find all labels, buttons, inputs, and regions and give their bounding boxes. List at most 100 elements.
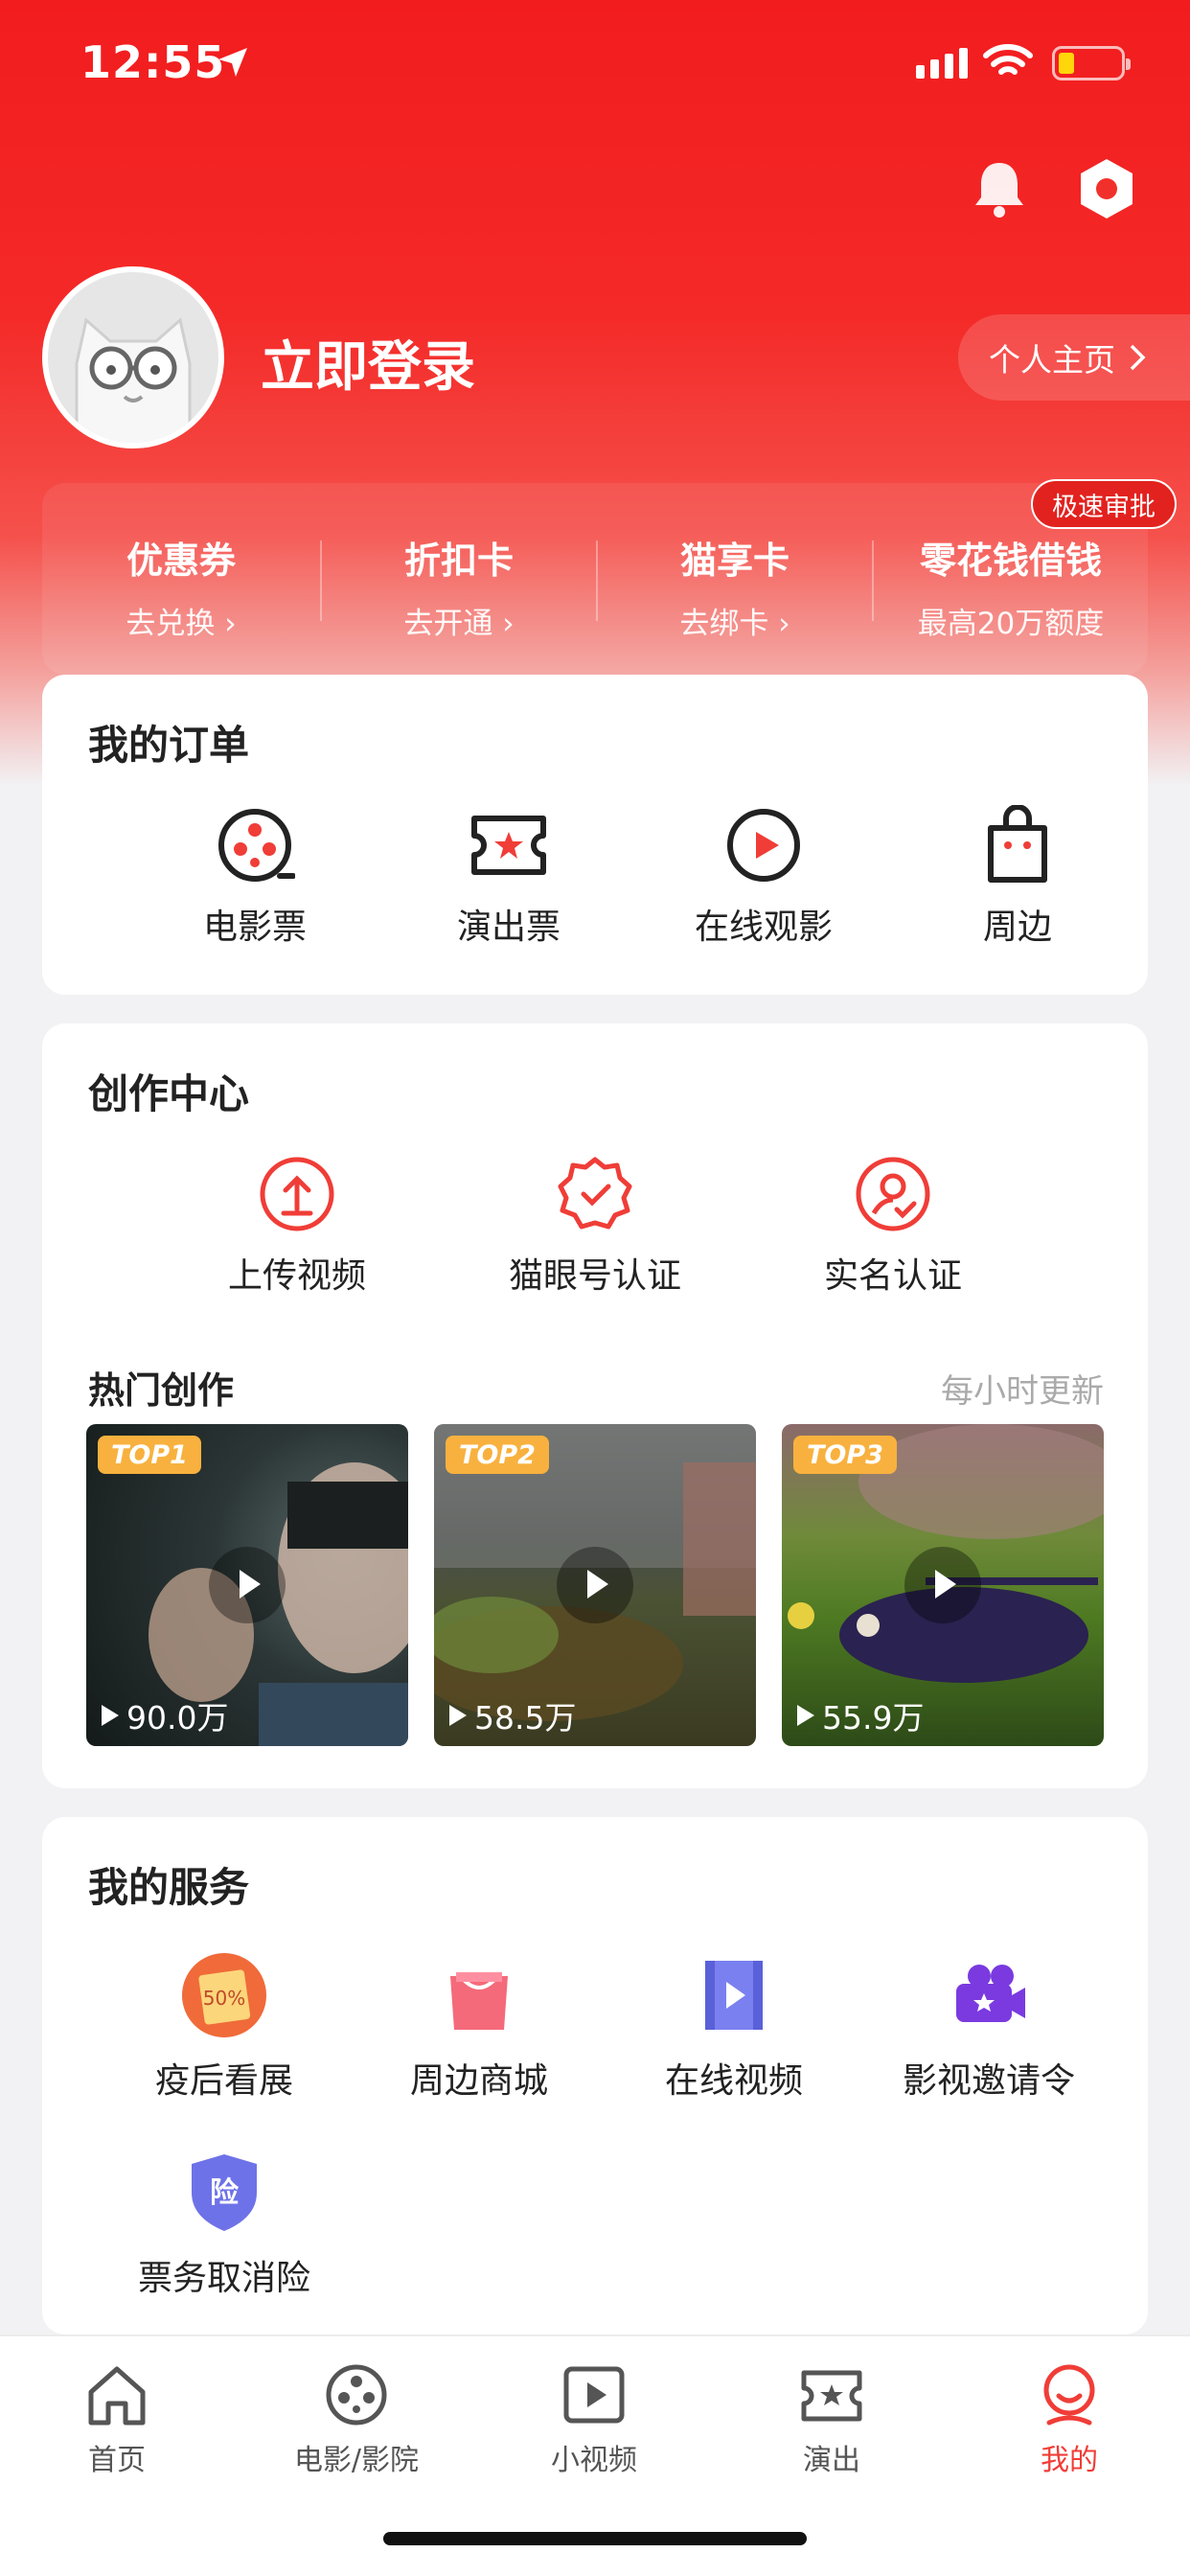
quick-title: 折扣卡	[403, 540, 514, 582]
service-online-video[interactable]: 在线视频	[629, 1951, 839, 2103]
order-movie-ticket[interactable]: 电影票	[149, 805, 360, 949]
shield-insurance-icon: 险	[192, 2154, 257, 2231]
rank-badge: TOP1	[98, 1436, 201, 1474]
service-film-invite[interactable]: 影视邀请令	[874, 1951, 1104, 2103]
cellular-signal-icon	[916, 48, 968, 79]
quick-title: 猫享卡	[679, 540, 790, 582]
quick-sub: 去开通 ›	[403, 607, 515, 641]
creation-title: 创作中心	[88, 1070, 250, 1117]
rank-badge: TOP2	[446, 1436, 549, 1474]
discount-tag-icon: 50%	[182, 1953, 266, 2037]
profile-homepage-label: 个人主页	[989, 341, 1115, 379]
creation-card: 创作中心 上传视频 猫眼号认证 实名认证 热门创作 每小时更新 TOP1 90.…	[42, 1024, 1148, 1788]
status-time: 12:55	[80, 36, 226, 88]
order-online-viewing[interactable]: 在线观影	[658, 805, 869, 949]
ticket-star-icon	[801, 2370, 862, 2422]
camera-star-icon	[956, 1965, 1025, 2022]
service-merch-mall[interactable]: 周边商城	[374, 1951, 584, 2103]
upload-video-item[interactable]: 上传视频	[153, 1154, 441, 1298]
creation-label: 上传视频	[227, 1256, 366, 1296]
service-exhibition[interactable]: 50% 疫后看展	[119, 1951, 330, 2103]
view-count: 55.9万	[797, 1692, 924, 1738]
svg-text:50%: 50%	[203, 1987, 245, 2010]
order-label: 电影票	[202, 908, 307, 947]
tab-label: 首页	[88, 2444, 146, 2477]
film-reel-icon	[218, 809, 295, 882]
svg-text:险: 险	[210, 2176, 240, 2210]
quick-sub: 最高20万额度	[917, 607, 1105, 641]
location-arrow-icon	[218, 48, 247, 77]
play-icon	[904, 1547, 981, 1623]
quick-title: 零花钱借钱	[919, 540, 1102, 582]
service-label: 影视邀请令	[902, 2061, 1075, 2101]
quick-sub: 去绑卡 ›	[679, 607, 790, 641]
realname-verify-item[interactable]: 实名认证	[749, 1154, 1037, 1298]
order-label: 周边	[982, 908, 1052, 947]
service-label: 疫后看展	[154, 2061, 293, 2101]
status-bar: 12:55	[0, 0, 1190, 128]
view-count: 90.0万	[102, 1692, 228, 1738]
upload-icon	[260, 1157, 334, 1231]
service-label: 票务取消险	[137, 2259, 310, 2298]
ticket-star-icon	[471, 816, 546, 875]
tab-short-video[interactable]: 小视频	[498, 2361, 690, 2478]
hot-video-thumbnail[interactable]: TOP1 90.0万	[86, 1424, 408, 1746]
orders-card: 我的订单 电影票 演出票 在线观影 周边	[42, 675, 1148, 995]
film-play-icon	[705, 1961, 763, 2030]
play-circle-icon	[727, 809, 800, 882]
hot-creation-title: 热门创作	[88, 1369, 235, 1412]
quick-sub: 去兑换 ›	[126, 607, 237, 641]
service-label: 周边商城	[409, 2061, 548, 2101]
tab-label: 电影/影院	[293, 2444, 420, 2477]
shopping-bag-icon	[988, 805, 1047, 883]
tab-label: 演出	[803, 2444, 860, 2477]
tab-label: 小视频	[551, 2444, 637, 2477]
quick-cat-card[interactable]: 猫享卡 去绑卡 ›	[596, 531, 874, 642]
home-icon	[88, 2366, 146, 2426]
tab-movies[interactable]: 电影/影院	[261, 2361, 452, 2478]
order-label: 演出票	[456, 908, 561, 947]
wifi-icon	[983, 44, 1033, 75]
tab-shows[interactable]: 演出	[736, 2361, 927, 2478]
play-icon	[557, 1547, 633, 1623]
film-reel-icon	[326, 2364, 387, 2426]
fast-approval-badge: 极速审批	[1031, 479, 1177, 529]
verified-badge-icon	[558, 1157, 632, 1230]
view-count: 58.5万	[449, 1692, 576, 1738]
quick-loan[interactable]: 零花钱借钱 最高20万额度	[872, 531, 1150, 642]
quick-coupon[interactable]: 优惠券 去兑换 ›	[42, 531, 320, 642]
hot-video-thumbnail[interactable]: TOP2 58.5万	[434, 1424, 756, 1746]
quick-links-panel: 优惠券 去兑换 › 折扣卡 去开通 › 猫享卡 去绑卡 › 零花钱借钱 最高20…	[42, 483, 1148, 675]
hot-video-thumbnail[interactable]: TOP3 55.9万	[782, 1424, 1104, 1746]
settings-icon[interactable]	[1073, 155, 1140, 222]
quick-title: 优惠券	[126, 540, 236, 582]
video-play-icon	[563, 2366, 625, 2424]
order-show-ticket[interactable]: 演出票	[403, 805, 614, 949]
creation-label: 猫眼号认证	[508, 1256, 681, 1296]
services-card: 我的服务 50% 疫后看展 周边商城 在线视频 影视邀请令 险 票务取消险	[42, 1817, 1148, 2334]
tab-home[interactable]: 首页	[21, 2361, 213, 2478]
rank-badge: TOP3	[793, 1436, 897, 1474]
login-link[interactable]: 立即登录	[261, 324, 475, 402]
tab-mine[interactable]: 我的	[973, 2361, 1165, 2478]
hourly-update-label: 每小时更新	[941, 1372, 1104, 1411]
order-label: 在线观影	[694, 908, 833, 947]
shopping-bag-icon	[450, 1972, 508, 2030]
battery-icon	[1052, 46, 1131, 80]
profile-homepage-button[interactable]: 个人主页	[958, 314, 1190, 401]
home-indicator	[383, 2532, 807, 2545]
service-ticket-insurance[interactable]: 险 票务取消险	[119, 2149, 330, 2300]
service-label: 在线视频	[664, 2061, 803, 2101]
chevron-right-icon	[1130, 344, 1146, 371]
creation-label: 实名认证	[823, 1256, 962, 1296]
order-merchandise[interactable]: 周边	[912, 805, 1123, 949]
bell-icon[interactable]	[966, 155, 1033, 222]
cat-avatar-icon	[48, 272, 218, 443]
quick-discount-card[interactable]: 折扣卡 去开通 ›	[320, 531, 598, 642]
avatar[interactable]	[42, 266, 224, 448]
tab-label: 我的	[1041, 2444, 1098, 2477]
orders-title: 我的订单	[88, 722, 250, 769]
maoyan-verify-item[interactable]: 猫眼号认证	[451, 1154, 739, 1298]
user-check-icon	[856, 1157, 930, 1231]
profile-face-icon	[1043, 2364, 1095, 2426]
